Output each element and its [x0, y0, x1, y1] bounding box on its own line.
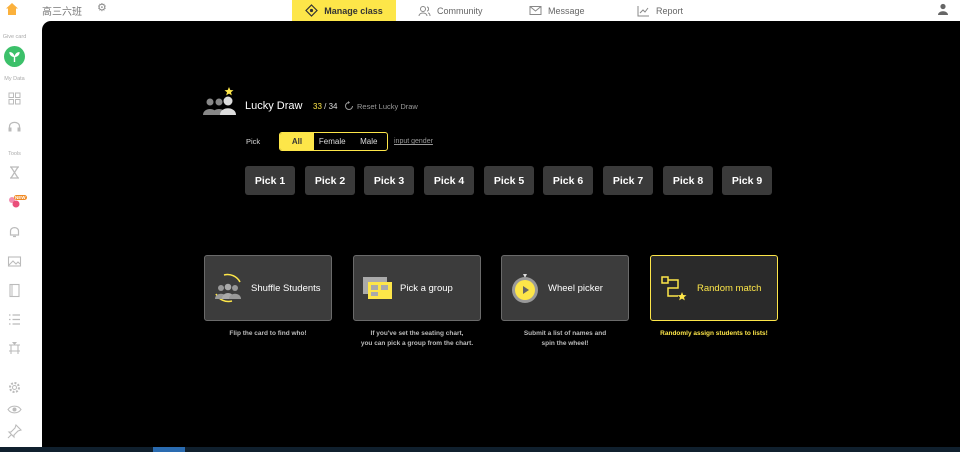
draw-count-total: 34: [328, 102, 338, 111]
wheel-picker-card[interactable]: Wheel picker: [501, 255, 629, 321]
shuffle-students-card[interactable]: Shuffle Students: [204, 255, 332, 321]
reset-lucky-draw-button[interactable]: Reset Lucky Draw: [344, 101, 418, 111]
pick-4-button[interactable]: Pick 4: [424, 166, 474, 195]
card-title: Wheel picker: [548, 282, 603, 294]
wheel-picker-description: Submit a list of names and spin the whee…: [490, 329, 640, 349]
gender-option-male[interactable]: Male: [351, 133, 388, 150]
desc-line: If you've set the seating chart,: [370, 330, 464, 337]
taskbar-active-app[interactable]: [153, 447, 185, 452]
book-icon[interactable]: [7, 283, 22, 298]
draw-count-current: 33: [313, 102, 322, 111]
seating-chart-icon[interactable]: [7, 341, 22, 356]
hourglass-icon[interactable]: [7, 165, 22, 180]
main-panel: [42, 21, 960, 447]
my-data-label: My Data: [4, 76, 25, 82]
bell-icon[interactable]: [7, 224, 22, 239]
lucky-draw-icon: [203, 87, 236, 115]
tab-label: Message: [548, 5, 585, 16]
random-match-card[interactable]: Random match: [650, 255, 778, 321]
give-card-button[interactable]: [4, 46, 25, 67]
list-icon[interactable]: [7, 312, 22, 327]
card-title: Pick a group: [400, 282, 453, 294]
card-title: Random match: [697, 282, 762, 294]
tab-label: Manage class: [324, 5, 383, 16]
desc-line: Submit a list of names and: [523, 330, 607, 337]
pick-5-button[interactable]: Pick 5: [484, 166, 534, 195]
card-title: Shuffle Students: [251, 282, 321, 294]
pin-icon[interactable]: [7, 424, 22, 439]
tab-label: Community: [437, 5, 483, 16]
desc-line: Flip the card to find who!: [229, 330, 307, 337]
class-settings-gear-icon[interactable]: ⚙: [97, 3, 107, 14]
tab-community[interactable]: Community: [418, 0, 483, 21]
desc-line: you can pick a group from the chart.: [360, 340, 474, 347]
pick-6-button[interactable]: Pick 6: [543, 166, 593, 195]
tab-report[interactable]: Report: [637, 0, 683, 21]
lucky-draw-title: Lucky Draw: [245, 100, 303, 112]
gender-filter: All Female Male: [279, 132, 388, 151]
shuffle-students-icon: [215, 273, 241, 303]
new-badge: NEW: [14, 195, 27, 200]
pick-8-button[interactable]: Pick 8: [663, 166, 713, 195]
gender-option-all[interactable]: All: [280, 133, 314, 150]
eye-icon[interactable]: [7, 402, 22, 417]
top-navigation-bar: 高三六班 ⚙ Manage class Community Message Re…: [0, 0, 960, 21]
left-sidebar: Give card My Data Tools NEW: [0, 21, 29, 452]
pick-7-button[interactable]: Pick 7: [603, 166, 653, 195]
draw-count-separator: /: [321, 102, 329, 111]
tab-label: Report: [656, 5, 684, 16]
pick-a-group-description: If you've set the seating chart, you can…: [342, 329, 492, 349]
wheel-picker-icon: [512, 274, 538, 303]
report-icon: [637, 5, 649, 16]
shuffle-students-description: Flip the card to find who!: [193, 329, 343, 339]
draw-count: 33 / 34: [313, 102, 337, 111]
give-card-label: Give card: [2, 34, 27, 40]
pick-group-icon: [363, 277, 392, 299]
class-name[interactable]: 高三六班: [42, 3, 82, 18]
input-gender-link[interactable]: input gender: [394, 138, 433, 145]
random-match-description: Randomly assign students to lists!: [639, 329, 789, 339]
desc-line: Randomly assign students to lists!: [660, 330, 768, 337]
pick-2-button[interactable]: Pick 2: [305, 166, 355, 195]
pick-9-button[interactable]: Pick 9: [722, 166, 772, 195]
random-match-icon: [661, 276, 687, 301]
community-icon: [418, 5, 431, 16]
message-icon: [529, 6, 542, 15]
settings-gear-icon[interactable]: [7, 380, 22, 395]
pick-label: Pick: [246, 137, 261, 146]
gender-option-female[interactable]: Female: [314, 133, 351, 150]
pick-3-button[interactable]: Pick 3: [364, 166, 414, 195]
os-taskbar: [0, 447, 960, 452]
pick-1-button[interactable]: Pick 1: [245, 166, 295, 195]
tab-message[interactable]: Message: [529, 0, 585, 21]
tab-manage-class[interactable]: Manage class: [292, 0, 396, 21]
desc-line: spin the wheel!: [541, 340, 589, 347]
reset-label: Reset Lucky Draw: [357, 101, 418, 111]
home-icon[interactable]: [5, 2, 19, 16]
image-icon[interactable]: [7, 254, 22, 269]
headset-icon[interactable]: [7, 119, 22, 134]
pick-a-group-card[interactable]: Pick a group: [353, 255, 481, 321]
tools-label: Tools: [8, 151, 21, 157]
reset-icon: [345, 101, 353, 110]
user-account-icon[interactable]: [937, 3, 949, 15]
sprout-icon: [9, 52, 20, 62]
grid-icon[interactable]: [7, 91, 22, 106]
class-icon: [305, 4, 319, 17]
